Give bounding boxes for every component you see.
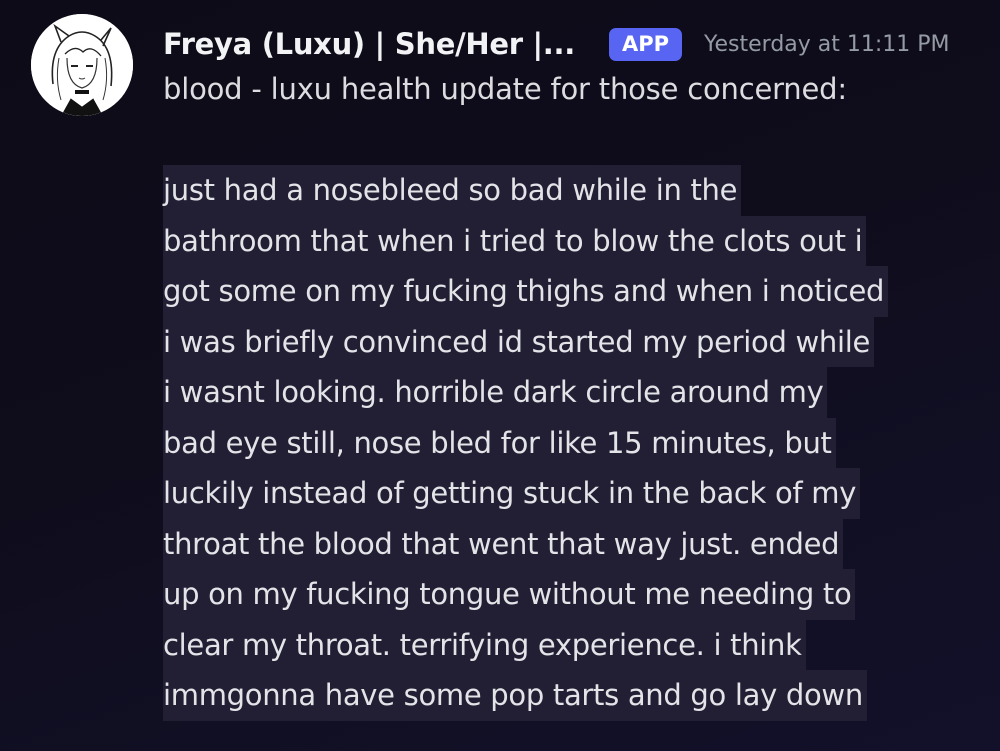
app-badge: APP xyxy=(608,27,682,61)
message-line: luckily instead of getting stuck in the … xyxy=(163,468,888,519)
message-line: got some on my fucking thighs and when i… xyxy=(163,266,889,317)
user-avatar[interactable] xyxy=(31,14,133,116)
message-line: i wasnt looking. horrible dark circle ar… xyxy=(163,367,888,418)
message-body: just had a nosebleed so bad while in the… xyxy=(163,165,889,721)
message-line: bad eye still, nose bled for like 15 min… xyxy=(163,417,888,468)
chat-message: Freya (Luxu) | She/Her |... APP Yesterda… xyxy=(0,0,1000,751)
message-header: Freya (Luxu) | She/Her |... APP Yesterda… xyxy=(163,24,950,64)
message-line: bathroom that when i tried to blow the c… xyxy=(163,215,888,266)
username[interactable]: Freya (Luxu) | She/Her |... xyxy=(163,27,575,61)
message-timestamp: Yesterday at 11:11 PM xyxy=(703,31,950,57)
message-line: up on my fucking tongue without me needi… xyxy=(163,569,888,620)
message-first-line: blood - luxu health update for those con… xyxy=(163,72,847,106)
message-line: throat the blood that went that way just… xyxy=(163,518,888,569)
avatar-image xyxy=(31,14,133,116)
message-line: immgonna have some pop tarts and go lay … xyxy=(163,670,888,721)
message-line: i was briefly convinced id started my pe… xyxy=(163,316,888,367)
message-line: just had a nosebleed so bad while in the xyxy=(163,165,888,216)
message-line: clear my throat. terrifying experience. … xyxy=(163,619,888,670)
